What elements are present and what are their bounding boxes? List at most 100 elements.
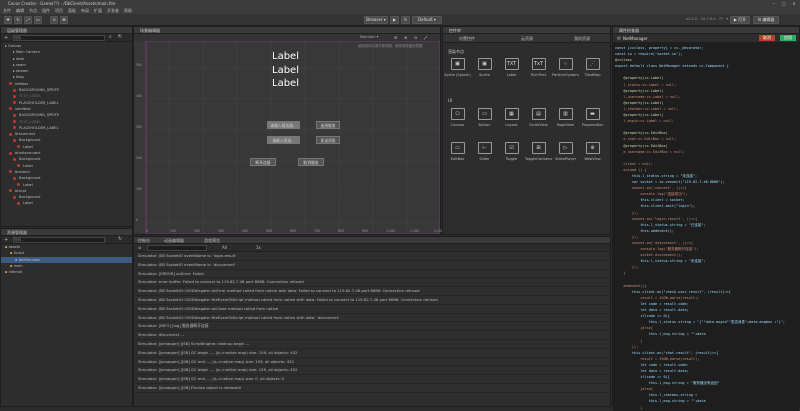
revert-button[interactable]: 取消 — [759, 35, 775, 41]
widget-icon: ▣ — [450, 58, 465, 70]
refresh-icon[interactable]: ↻ — [401, 16, 410, 24]
widget-item[interactable]: ▣ Sprite (Splash) — [444, 55, 471, 88]
widget-item[interactable]: TXT Label — [498, 55, 525, 88]
node-label: Label — [23, 163, 33, 168]
scene-btn-rpt[interactable]: 取消服务 — [298, 158, 324, 166]
widget-item[interactable]: ▭ EditBox — [444, 139, 471, 172]
scene-label-3[interactable]: Label — [263, 78, 308, 89]
menu-item[interactable]: 项目 — [55, 8, 63, 13]
search-icon[interactable]: ⌕ — [109, 34, 112, 40]
console-log: Simulator: JSB SocketIO eventName is: 'l… — [134, 252, 610, 393]
widget-icon: ⬠ — [450, 108, 465, 120]
widget-label: Sprite (Splash) — [444, 73, 471, 77]
settings-icon[interactable]: ⚙ — [394, 35, 398, 40]
hierarchy-panel: 层级管理器 + ⌕ ⇱ ▸ Canvas▸ Main Camera▸ desk▸… — [0, 26, 133, 227]
menu-item[interactable]: 节点 — [29, 8, 37, 13]
zoom-out-icon[interactable]: ⊖ — [414, 35, 417, 40]
console-level-select[interactable]: All — [222, 245, 227, 250]
rotate-tool-icon[interactable]: ↻ — [14, 16, 22, 24]
console-filter-input[interactable] — [147, 245, 207, 251]
collapse-icon[interactable]: ⇱ — [118, 34, 122, 40]
add-node-icon[interactable]: + — [4, 35, 8, 41]
hierarchy-search-input[interactable] — [13, 35, 105, 41]
scene-editbox-send[interactable]: 请输入发送... — [267, 136, 300, 144]
toolbar: ✥ ↻ ⤢ ▭ ⊙ ⌘ Browser ▾ ▶ ↻ Default ▾ v2.2… — [0, 14, 800, 26]
node-label: btnrpt — [15, 188, 27, 193]
scene-editbox-server[interactable]: 请输入服务器... — [267, 121, 300, 129]
widget-item[interactable]: ▤ ScrollView — [525, 105, 552, 138]
menu-item[interactable]: 开发者 — [107, 8, 119, 13]
scale-tool-icon[interactable]: ⤢ — [24, 16, 32, 24]
console-zoom-select[interactable]: 1x — [256, 245, 261, 250]
add-asset-icon[interactable]: + — [4, 237, 8, 243]
widget-item[interactable]: ⊢ Slider — [471, 139, 498, 172]
widget-item[interactable]: ☑ Toggle — [498, 139, 525, 172]
widget-item[interactable]: ▦ Layout — [498, 105, 525, 138]
scene-btn-send[interactable]: 发送消息 — [316, 136, 340, 144]
preview-dropdown[interactable]: Browser ▾ — [364, 16, 388, 24]
widget-item[interactable]: TxT RichText — [525, 55, 552, 88]
widget-icon: ⊞ — [531, 142, 546, 154]
widget-label: ScrollView — [529, 123, 548, 127]
menu-item[interactable]: 组件 — [42, 8, 50, 13]
menu-item[interactable]: 文件 — [3, 8, 11, 13]
console-line: Simulator: [INFO] [log] 服务器断开连接 — [134, 322, 610, 332]
tab-mine[interactable]: 我的资源 — [574, 36, 590, 42]
local-icon[interactable]: ⌘ — [60, 16, 68, 24]
node-status-icon — [17, 201, 20, 205]
move-tool-icon[interactable]: ✥ — [4, 16, 12, 24]
menu-item[interactable]: 帮助 — [124, 8, 132, 13]
refresh-assets-icon[interactable]: ↻ — [118, 236, 122, 242]
console-line: Simulator: [jsmapper] [JSB] Finalize obj… — [134, 384, 610, 393]
widget-item[interactable]: ⬠ Canvas — [444, 105, 471, 138]
widget-item[interactable]: ▣ Sprite — [471, 55, 498, 88]
menu-item[interactable]: 面板 — [68, 8, 76, 13]
menu-item[interactable]: 扩展 — [94, 8, 102, 13]
editor-button[interactable]: ⚙ 编辑器 — [753, 16, 779, 24]
node-status-icon — [9, 132, 12, 136]
console-line: Simulator: [jsmapper] [JSB] GC begin ...… — [134, 366, 610, 376]
widget-item[interactable]: ⋰ TiledMap — [579, 55, 606, 88]
play-icon[interactable]: ▶ — [390, 16, 399, 24]
widget-item[interactable]: ▭ Button — [471, 105, 498, 138]
scene-label-1[interactable]: Label — [263, 51, 308, 62]
node-label: editbox — [15, 81, 29, 86]
widget-item[interactable]: ⊞ ToggleContainer — [525, 139, 552, 172]
close-icon[interactable]: ✕ — [790, 1, 798, 6]
widget-item[interactable]: ▬ ProgressBar — [579, 105, 606, 138]
fit-icon[interactable]: ⤢ — [424, 35, 427, 40]
pivot-icon[interactable]: ⊙ — [50, 16, 58, 24]
widget-label: WebView — [584, 157, 601, 161]
title-bar: Cocos Creator - Game(??) - /DbClient/Ass… — [0, 0, 800, 7]
tab-builtin[interactable]: 内置控件 — [459, 36, 475, 42]
apply-button[interactable]: 应用 — [780, 35, 796, 41]
widget-item[interactable]: ▷ VideoPlayer — [552, 139, 579, 172]
tab-cloud[interactable]: 云资源 — [521, 36, 533, 42]
asset-item[interactable]: ▪ internal — [1, 269, 132, 275]
scene-btn-connect[interactable]: 连接服务 — [316, 121, 340, 129]
assets-search-input[interactable] — [13, 237, 105, 243]
widget-item[interactable]: ⊕ WebView — [579, 139, 606, 172]
menu-item[interactable]: 布局 — [81, 8, 89, 13]
widget-icon: ⋰ — [585, 58, 600, 70]
hierarchy-node[interactable]: Label — [1, 200, 132, 206]
widget-item[interactable]: ▥ PageView — [552, 105, 579, 138]
open-project-button[interactable]: ▶ 打开 — [730, 16, 750, 24]
menu-item[interactable]: 编辑 — [16, 8, 24, 13]
maximize-icon[interactable]: □ — [780, 1, 788, 6]
code-editor[interactable]: const {ccclass, property} = cc._decorato… — [613, 43, 799, 411]
node-status-icon — [9, 107, 12, 111]
node-label: stream — [15, 69, 29, 74]
minimize-icon[interactable]: – — [770, 1, 778, 6]
scene-btn-disconnect[interactable]: 断开连接 — [250, 158, 276, 166]
hierarchy-tree: ▸ Canvas ▸ Main Camera ▸ desk ▸ seam ▸ strea… — [1, 42, 132, 207]
device-dropdown[interactable]: Default ▾ — [412, 16, 442, 24]
rect-tool-icon[interactable]: ▭ — [34, 16, 42, 24]
scene-resolution-dropdown[interactable]: Maintain ▾ — [360, 35, 378, 39]
console-line: Simulator: [jsmapper] [JSB] GC end ..., … — [134, 375, 610, 384]
scene-label-2[interactable]: Label — [263, 65, 308, 76]
widget-item[interactable]: ⁘ ParticleSystem — [552, 55, 579, 88]
node-label: btndisconnect — [15, 151, 41, 156]
clear-icon[interactable]: ⊘ — [138, 245, 141, 250]
zoom-icon[interactable]: ⊕ — [404, 35, 407, 40]
